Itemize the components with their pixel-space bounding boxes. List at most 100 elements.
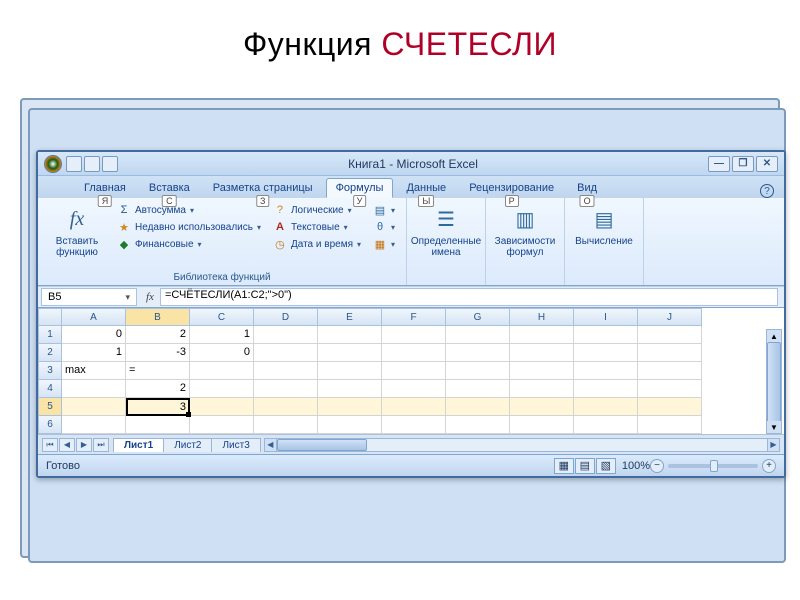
column-header[interactable]: C xyxy=(190,308,254,326)
minimize-button[interactable]: — xyxy=(708,156,730,172)
cell[interactable] xyxy=(254,398,318,416)
cell[interactable] xyxy=(382,380,446,398)
qat-undo[interactable] xyxy=(84,156,100,172)
tab-insert[interactable]: ВставкаС xyxy=(139,178,200,198)
column-header[interactable]: B xyxy=(126,308,190,326)
column-header[interactable]: H xyxy=(510,308,574,326)
zoom-in-button[interactable]: + xyxy=(762,459,776,473)
cell[interactable] xyxy=(382,344,446,362)
cell[interactable] xyxy=(510,326,574,344)
cell[interactable] xyxy=(510,398,574,416)
recently-used-button[interactable]: ★Недавно использовались xyxy=(114,219,264,235)
cell[interactable] xyxy=(638,344,702,362)
qat-redo[interactable] xyxy=(102,156,118,172)
row-header[interactable]: 2 xyxy=(38,344,62,362)
cell[interactable] xyxy=(62,398,126,416)
cell[interactable] xyxy=(510,416,574,434)
view-page-layout-button[interactable]: ▤ xyxy=(575,458,595,474)
tab-formulas[interactable]: ФормулыУ xyxy=(326,178,394,198)
row-header[interactable]: 6 xyxy=(38,416,62,434)
horizontal-scrollbar[interactable]: ◀ ▶ xyxy=(264,438,780,452)
cell[interactable] xyxy=(382,326,446,344)
cell[interactable] xyxy=(638,398,702,416)
first-sheet-button[interactable]: ⏮ xyxy=(42,438,58,452)
scroll-thumb[interactable] xyxy=(277,439,367,451)
scroll-down-icon[interactable]: ▼ xyxy=(767,421,781,433)
more-functions-button[interactable]: ▦ xyxy=(370,236,398,252)
cell[interactable] xyxy=(574,326,638,344)
row-header[interactable]: 5 xyxy=(38,398,62,416)
column-header[interactable]: E xyxy=(318,308,382,326)
tab-data[interactable]: ДанныеЫ xyxy=(396,178,456,198)
cell[interactable] xyxy=(318,362,382,380)
restore-button[interactable]: ❐ xyxy=(732,156,754,172)
cell[interactable]: 1 xyxy=(62,344,126,362)
cell[interactable] xyxy=(638,416,702,434)
view-normal-button[interactable]: ▦ xyxy=(554,458,574,474)
cell[interactable] xyxy=(574,398,638,416)
cell[interactable] xyxy=(510,362,574,380)
cell[interactable] xyxy=(318,344,382,362)
zoom-out-button[interactable]: − xyxy=(650,459,664,473)
cell[interactable]: max xyxy=(62,362,126,380)
cell[interactable]: 2 xyxy=(126,380,190,398)
scroll-thumb[interactable] xyxy=(767,342,781,426)
cell[interactable] xyxy=(638,380,702,398)
text-button[interactable]: AТекстовые xyxy=(270,219,364,235)
autosum-button[interactable]: ΣАвтосумма xyxy=(114,202,264,218)
cell[interactable] xyxy=(574,416,638,434)
cell[interactable] xyxy=(254,416,318,434)
cell[interactable]: 3 xyxy=(126,398,190,416)
tab-view[interactable]: ВидО xyxy=(567,178,607,198)
scroll-left-icon[interactable]: ◀ xyxy=(265,439,277,451)
cell[interactable] xyxy=(510,380,574,398)
cell[interactable]: -3 xyxy=(126,344,190,362)
tab-home[interactable]: ГлавнаяЯ xyxy=(74,178,136,198)
row-header[interactable]: 1 xyxy=(38,326,62,344)
column-header[interactable]: A xyxy=(62,308,126,326)
zoom-track[interactable] xyxy=(668,464,758,468)
cell[interactable] xyxy=(318,398,382,416)
cell[interactable]: = xyxy=(126,362,190,380)
cell[interactable] xyxy=(318,326,382,344)
cell[interactable] xyxy=(446,380,510,398)
cell[interactable]: 1 xyxy=(190,326,254,344)
cell[interactable] xyxy=(446,326,510,344)
cell[interactable] xyxy=(638,326,702,344)
name-box[interactable]: B5▾ xyxy=(41,288,137,306)
cell[interactable] xyxy=(382,416,446,434)
defined-names-button[interactable]: ☰ Определенные имена xyxy=(415,202,477,271)
cell[interactable] xyxy=(254,362,318,380)
zoom-slider[interactable]: − + xyxy=(650,459,776,473)
sheet-tab-2[interactable]: Лист2 xyxy=(163,438,212,452)
sheet-tab-3[interactable]: Лист3 xyxy=(211,438,260,452)
close-button[interactable]: ✕ xyxy=(756,156,778,172)
tab-page-layout[interactable]: Разметка страницыЗ xyxy=(203,178,323,198)
next-sheet-button[interactable]: ▶ xyxy=(76,438,92,452)
cell[interactable] xyxy=(190,416,254,434)
formula-auditing-button[interactable]: ▥ Зависимости формул xyxy=(494,202,556,271)
help-button[interactable]: ? xyxy=(760,184,774,198)
cell[interactable] xyxy=(574,362,638,380)
insert-function-button[interactable]: fx Вставить функцию xyxy=(46,202,108,271)
financial-button[interactable]: ◆Финансовые xyxy=(114,236,264,252)
cell[interactable] xyxy=(254,380,318,398)
cell[interactable] xyxy=(382,362,446,380)
scroll-right-icon[interactable]: ▶ xyxy=(767,439,779,451)
formula-input[interactable]: =СЧЁТЕСЛИ(A1:C2;">0") xyxy=(160,288,778,306)
cell[interactable] xyxy=(62,380,126,398)
cell[interactable]: 0 xyxy=(190,344,254,362)
cell[interactable] xyxy=(126,416,190,434)
cell[interactable] xyxy=(574,380,638,398)
cell[interactable] xyxy=(190,362,254,380)
cell[interactable] xyxy=(62,416,126,434)
column-header[interactable]: I xyxy=(574,308,638,326)
lookup-button[interactable]: ▤ xyxy=(370,202,398,218)
prev-sheet-button[interactable]: ◀ xyxy=(59,438,75,452)
calculation-button[interactable]: ▤ Вычисление xyxy=(573,202,635,271)
math-button[interactable]: θ xyxy=(370,219,398,235)
cell[interactable] xyxy=(190,380,254,398)
cell[interactable]: 0 xyxy=(62,326,126,344)
cell[interactable] xyxy=(446,416,510,434)
cell[interactable]: 2 xyxy=(126,326,190,344)
